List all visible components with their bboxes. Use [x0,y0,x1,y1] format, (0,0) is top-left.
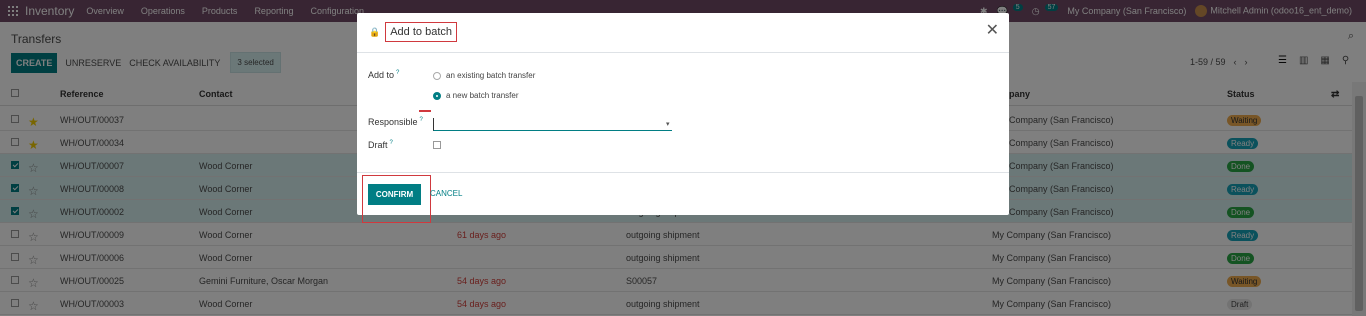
option-existing-batch[interactable]: an existing batch transfer [433,71,535,80]
add-to-label: Add to? [368,70,400,80]
radio-existing[interactable] [433,71,441,80]
cancel-button[interactable]: CANCEL [430,189,462,198]
lock-icon: 🔒 [369,26,381,37]
option-new-label: a new batch transfer [446,91,519,100]
dialog-header: 🔒 Add to batch ✕ [357,13,1009,53]
add-to-batch-dialog: 🔒 Add to batch ✕ Add to? an existing bat… [357,13,1009,223]
responsible-label: Responsible? [368,117,423,127]
annotation-mark [419,110,431,112]
confirm-button[interactable]: CONFIRM [368,184,421,205]
option-new-batch[interactable]: a new batch transfer [433,91,518,100]
close-icon[interactable]: ✕ [986,23,999,39]
dropdown-caret-icon[interactable]: ▾ [666,120,1009,128]
dialog-footer-divider [357,172,1009,173]
draft-checkbox[interactable] [433,141,441,149]
radio-new[interactable] [433,91,441,100]
dialog-title: Add to batch [385,22,457,42]
option-existing-label: an existing batch transfer [446,71,536,80]
responsible-input[interactable] [433,118,672,131]
draft-label: Draft? [368,140,393,150]
